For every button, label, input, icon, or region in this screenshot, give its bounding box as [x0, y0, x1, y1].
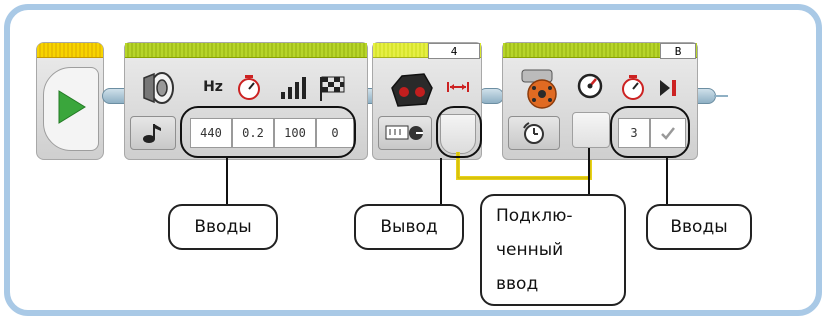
- port-label: 4: [450, 44, 458, 58]
- hz-label: Hz: [203, 79, 223, 95]
- output-highlight: [436, 106, 482, 158]
- volume-bars-icon: [281, 77, 306, 99]
- speed-input-plug[interactable]: [572, 112, 610, 148]
- motor-port-selector[interactable]: B: [660, 43, 696, 59]
- measure-mode-icon: [385, 125, 423, 140]
- leader-line-inputs-right: [666, 158, 668, 204]
- inputs-highlight-left: [180, 106, 356, 158]
- callout-output: Вывод: [354, 204, 464, 250]
- medium-motor-icon: [521, 69, 557, 109]
- sound-mode-selector[interactable]: [130, 116, 176, 150]
- distance-arrows-icon: [447, 82, 469, 92]
- time-mode-icon: [523, 122, 544, 144]
- note-icon: [143, 124, 161, 143]
- leader-line-connected-input: [588, 148, 590, 194]
- stop-icon: [660, 80, 676, 96]
- speaker-icon: [143, 72, 174, 104]
- ultrasonic-sensor-icon: [391, 73, 433, 107]
- checkered-flag-icon: [320, 76, 345, 101]
- port-selector[interactable]: 4: [428, 43, 480, 59]
- motor-port-label: B: [674, 44, 682, 58]
- sequence-out-line: [714, 95, 728, 97]
- start-block[interactable]: [36, 42, 104, 160]
- leader-line-output: [440, 158, 442, 204]
- callout-connected-input: Подклю- ченный ввод: [480, 194, 626, 306]
- leader-line-inputs-left: [226, 158, 228, 208]
- callout-inputs-right: Вводы: [646, 204, 752, 250]
- speed-dial-icon: [577, 73, 603, 99]
- play-icon[interactable]: [57, 89, 87, 125]
- callout-inputs-left: Вводы: [168, 204, 278, 250]
- inputs-highlight-right: [610, 106, 690, 158]
- sensor-mode-selector[interactable]: [378, 116, 432, 150]
- motor-mode-selector[interactable]: [508, 116, 560, 150]
- timer-icon: [622, 75, 644, 100]
- timer-icon: [238, 75, 260, 100]
